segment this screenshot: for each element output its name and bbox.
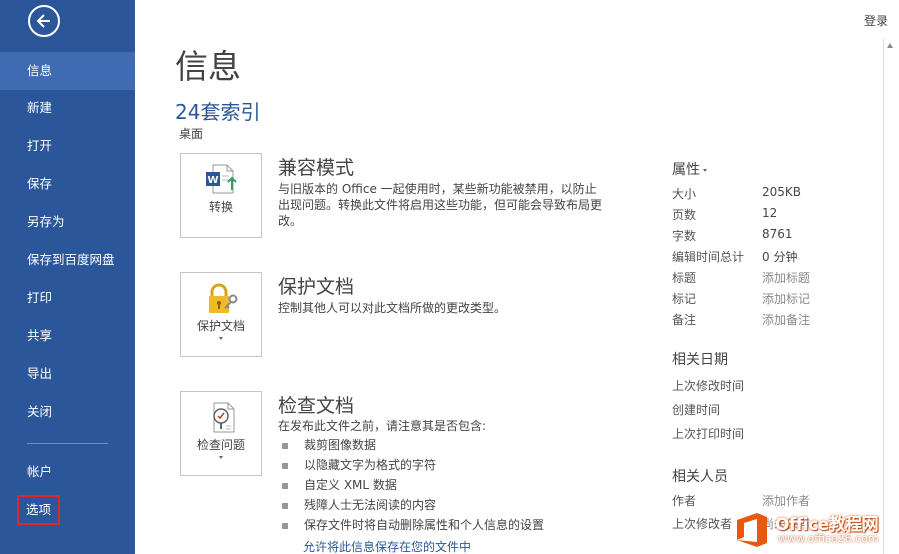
- inspect-title: 检查文档: [278, 395, 355, 417]
- property-label: 大小: [672, 187, 697, 201]
- property-value: 205KB: [762, 185, 802, 199]
- back-arrow-icon[interactable]: [28, 5, 60, 37]
- properties-title: 属性: [672, 162, 700, 178]
- check-issues-label: 检查问题: [196, 438, 245, 452]
- add-title-field[interactable]: 添加标题: [762, 269, 810, 286]
- inspect-document-icon: [213, 402, 235, 433]
- nav-save-baidu[interactable]: 保存到百度网盘: [0, 241, 135, 279]
- compat-description: 与旧版本的 Office 一起使用时，某些新功能被禁用，以防止出现问题。转换此文…: [278, 182, 603, 228]
- protect-document-label: 保护文档: [196, 319, 245, 333]
- property-row: 字数 8761: [672, 227, 852, 248]
- property-value: 12: [762, 206, 778, 220]
- convert-label: 转换: [208, 200, 233, 214]
- protect-description: 控制其他人可以对此文档所做的更改类型。: [278, 301, 507, 315]
- nav-share[interactable]: 共享: [0, 317, 135, 355]
- office-logo-icon: [737, 513, 767, 547]
- document-name: 24套索引: [175, 100, 261, 124]
- sign-in-link[interactable]: 登录: [864, 12, 888, 29]
- property-value: 0 分钟: [762, 250, 798, 264]
- property-label: 编辑时间总计: [672, 250, 745, 264]
- protect-title: 保护文档: [278, 276, 355, 298]
- property-row: 页数 12: [672, 206, 852, 227]
- nav-account[interactable]: 帐户: [0, 453, 135, 491]
- nav-new[interactable]: 新建: [0, 89, 135, 127]
- nav-close[interactable]: 关闭: [0, 393, 135, 431]
- chevron-down-icon: [703, 168, 707, 172]
- list-item: 以隐藏文字为格式的字符: [281, 458, 544, 478]
- nav-open[interactable]: 打开: [0, 127, 135, 165]
- scroll-up-icon[interactable]: [887, 43, 893, 48]
- list-item: 裁剪图像数据: [281, 438, 544, 458]
- property-label: 页数: [672, 208, 697, 222]
- add-tag-field[interactable]: 添加标记: [762, 290, 810, 307]
- convert-button[interactable]: W 转换: [180, 153, 262, 238]
- nav-save[interactable]: 保存: [0, 165, 135, 203]
- word-convert-icon: W: [206, 164, 237, 194]
- inspect-description: 在发布此文件之前，请注意其是否包含:: [278, 419, 487, 433]
- lock-key-icon: [209, 283, 238, 313]
- nav-print[interactable]: 打印: [0, 279, 135, 317]
- vertical-scrollbar[interactable]: [883, 39, 895, 554]
- property-label: 字数: [672, 229, 697, 243]
- property-row: 标题 添加标题: [672, 269, 852, 290]
- date-row: 上次修改时间: [672, 379, 745, 393]
- protect-document-button[interactable]: 保护文档: [180, 272, 262, 357]
- property-label: 备注: [672, 313, 697, 327]
- backstage-sidebar: 信息 新建 打开 保存 另存为 保存到百度网盘 打印 共享 导出 关闭 帐户 选…: [0, 0, 135, 554]
- modifier-label: 上次修改者: [672, 517, 733, 531]
- nav-info[interactable]: 信息: [0, 52, 135, 90]
- author-label: 作者: [672, 494, 697, 508]
- date-row: 创建时间: [672, 403, 721, 417]
- nav-separator: [27, 443, 108, 444]
- related-dates-title: 相关日期: [672, 352, 728, 368]
- chevron-down-icon: [219, 337, 223, 340]
- check-issues-button[interactable]: 检查问题: [180, 391, 262, 476]
- site-watermark: Office教程网 www.office26.com: [733, 508, 899, 554]
- property-row: 标记 添加标记: [672, 290, 852, 311]
- property-row: 编辑时间总计 0 分钟: [672, 248, 852, 269]
- date-row: 上次打印时间: [672, 427, 745, 441]
- chevron-down-icon: [219, 456, 223, 459]
- nav-options[interactable]: 选项: [17, 495, 60, 525]
- property-row: 大小 205KB: [672, 185, 852, 206]
- inspect-list: 裁剪图像数据 以隐藏文字为格式的字符 自定义 XML 数据 残障人士无法阅读的内…: [281, 438, 544, 538]
- info-panel: 登录 信息 24套索引 桌面 W 转换 兼容模式 与旧版本的 Office 一起…: [135, 0, 899, 554]
- properties-dropdown[interactable]: 属性: [672, 159, 707, 179]
- property-label: 标题: [672, 271, 697, 285]
- svg-text:W: W: [207, 175, 218, 186]
- list-item: 保存文件时将自动删除属性和个人信息的设置: [281, 518, 544, 538]
- list-item: 残障人士无法阅读的内容: [281, 498, 544, 518]
- allow-save-info-link[interactable]: 允许将此信息保存在您的文件中: [303, 538, 471, 554]
- nav-save-as[interactable]: 另存为: [0, 203, 135, 241]
- add-comment-field[interactable]: 添加备注: [762, 311, 810, 328]
- nav-export[interactable]: 导出: [0, 355, 135, 393]
- related-people-title: 相关人员: [672, 469, 728, 485]
- property-row: 备注 添加备注: [672, 311, 852, 332]
- list-item: 自定义 XML 数据: [281, 478, 544, 498]
- add-author-field[interactable]: 添加作者: [762, 492, 810, 509]
- watermark-url: www.office26.com: [778, 532, 879, 545]
- compat-title: 兼容模式: [278, 157, 355, 179]
- document-location[interactable]: 桌面: [179, 125, 203, 142]
- property-label: 标记: [672, 292, 697, 306]
- property-value: 8761: [762, 227, 793, 241]
- page-title: 信息: [175, 47, 241, 86]
